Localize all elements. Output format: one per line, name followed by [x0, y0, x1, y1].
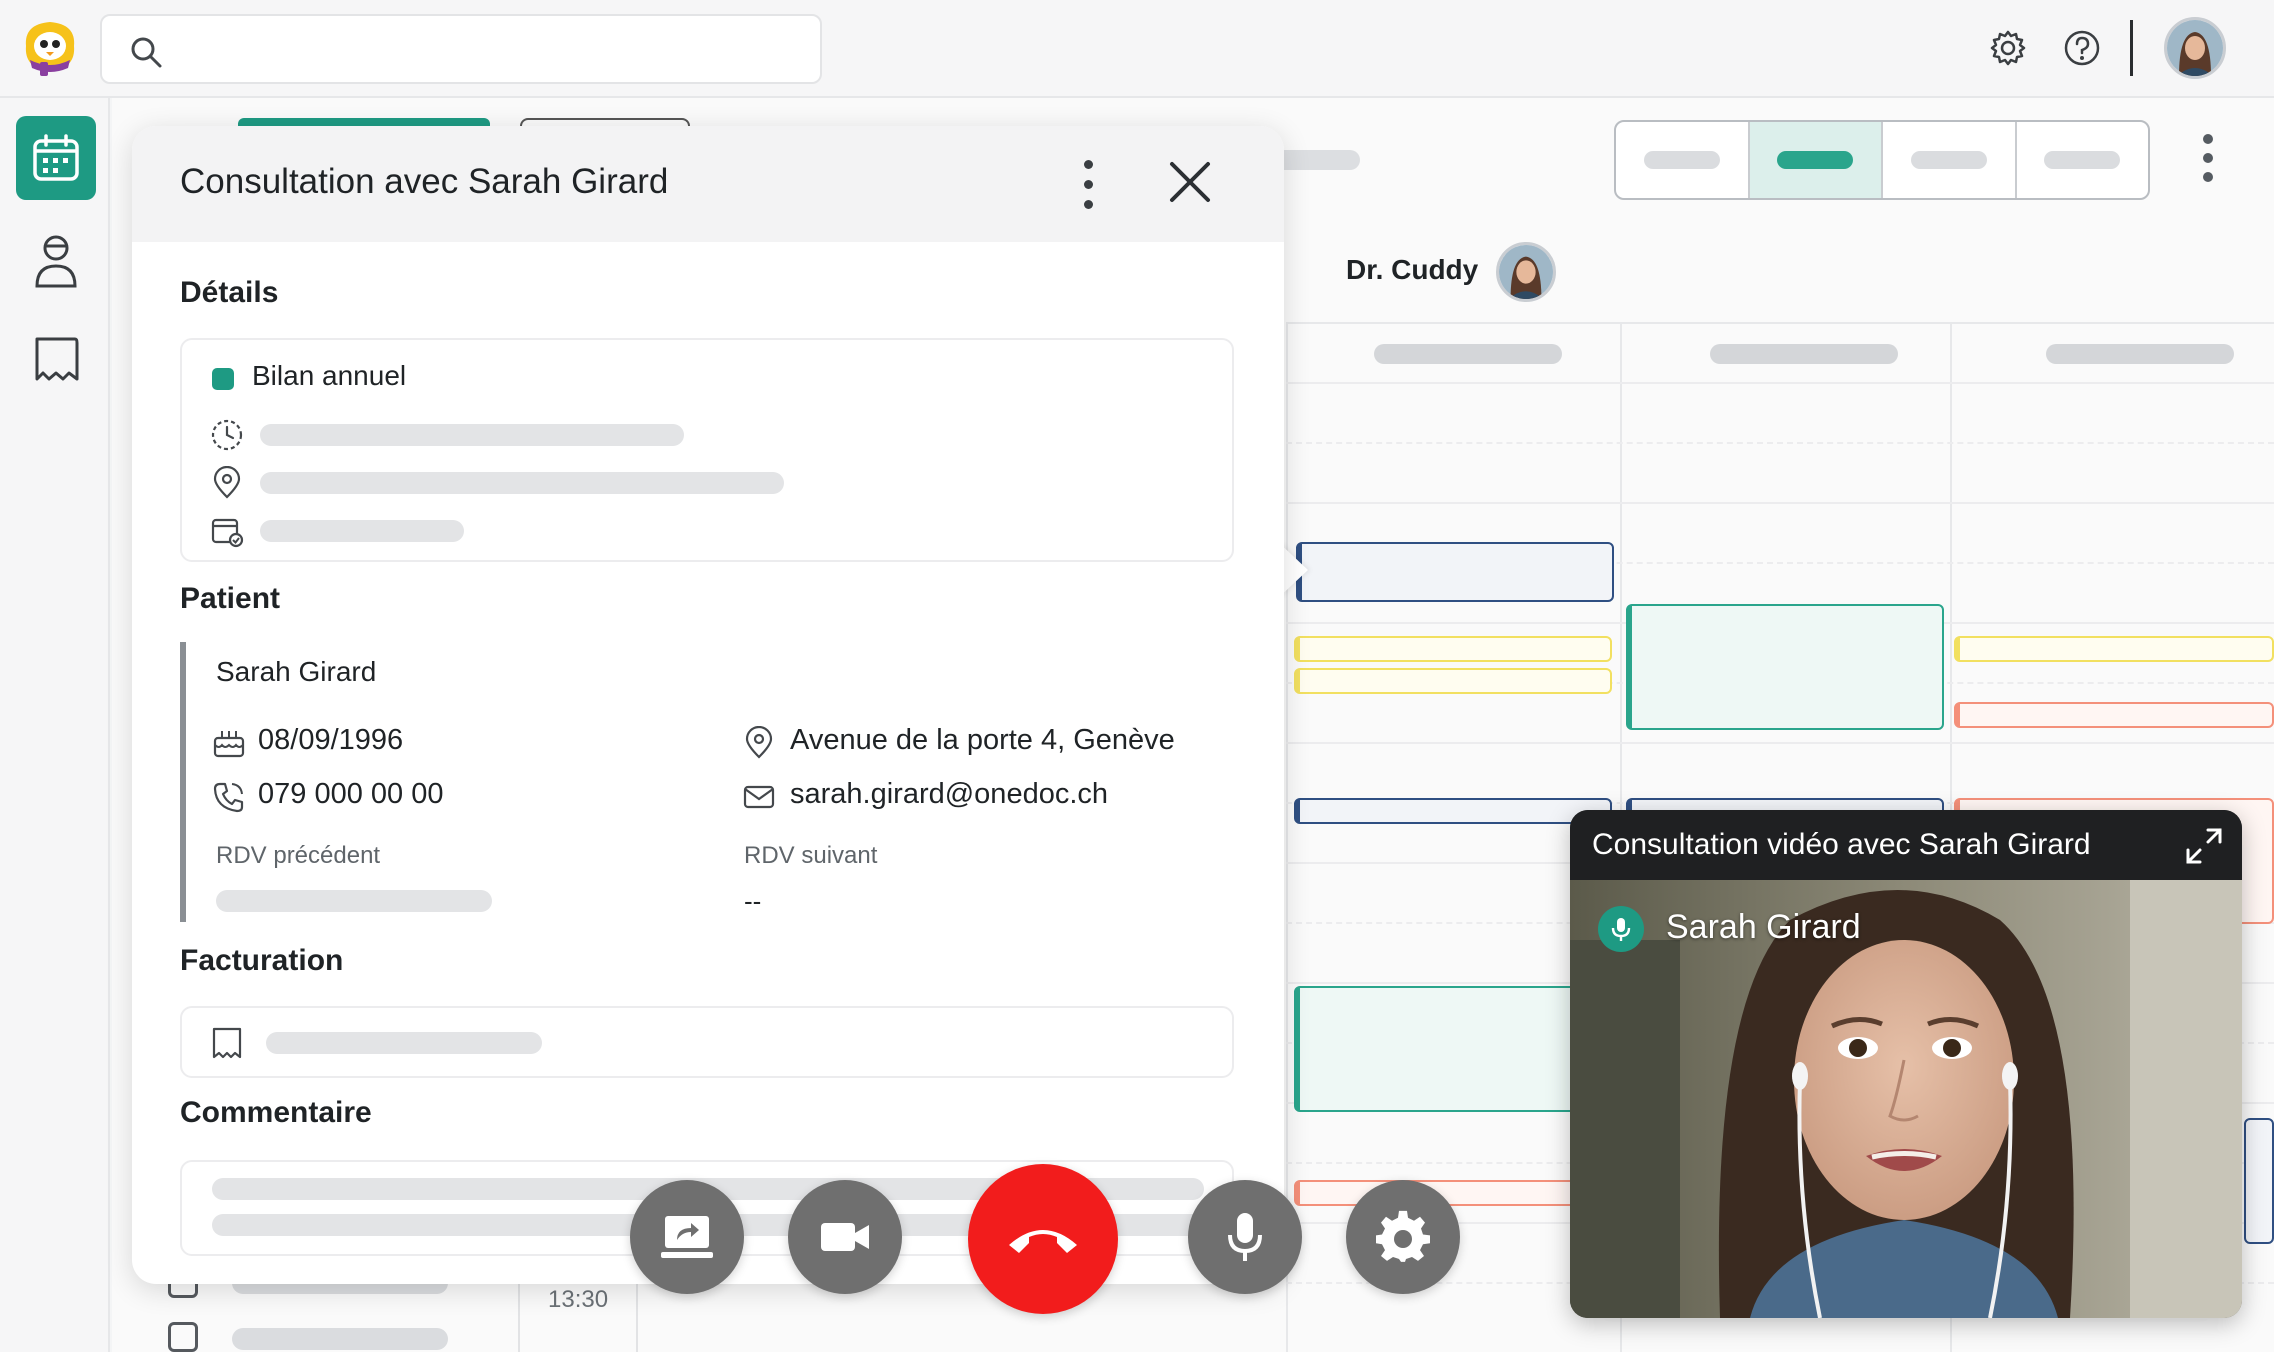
- gear-icon: [1376, 1210, 1430, 1262]
- help-icon[interactable]: [2062, 28, 2102, 68]
- camera-icon: [821, 1223, 869, 1251]
- billing-icon: [35, 337, 79, 381]
- user-avatar[interactable]: [2164, 17, 2226, 79]
- nav-billing[interactable]: [16, 318, 96, 402]
- location-placeholder: [260, 472, 784, 494]
- calendar-more-icon[interactable]: [2196, 134, 2220, 194]
- app-logo[interactable]: [18, 16, 82, 80]
- comment-heading: Commentaire: [180, 1096, 372, 1129]
- event-block[interactable]: [1294, 798, 1612, 824]
- billing-placeholder: [266, 1032, 542, 1054]
- birthday-cake-icon: [213, 731, 245, 758]
- share-screen-icon: [661, 1216, 713, 1258]
- event-block[interactable]: [1954, 636, 2274, 662]
- billing-card[interactable]: [180, 1006, 1234, 1078]
- search-icon: [131, 37, 162, 68]
- expand-icon[interactable]: [2182, 824, 2226, 868]
- microphone-button[interactable]: [1188, 1180, 1302, 1294]
- view-option-4[interactable]: [2017, 122, 2149, 198]
- time-placeholder: [260, 424, 684, 446]
- previous-appointment-placeholder: [216, 890, 492, 912]
- microphone-active-icon: [1598, 906, 1644, 952]
- next-appointment-label: RDV suivant: [744, 842, 878, 869]
- event-block[interactable]: [1294, 1180, 1612, 1206]
- patient-accent-bar: [180, 642, 186, 922]
- details-card: Bilan annuel: [180, 338, 1234, 562]
- microphone-icon: [1228, 1213, 1262, 1261]
- settings-button[interactable]: [1346, 1180, 1460, 1294]
- view-option-3[interactable]: [1883, 122, 2017, 198]
- view-switcher: [1614, 120, 2150, 200]
- divider: [2130, 20, 2133, 76]
- hang-up-icon: [1009, 1230, 1077, 1253]
- event-block[interactable]: [1294, 668, 1612, 694]
- gear-icon[interactable]: [1988, 28, 2028, 68]
- participant-name: Sarah Girard: [1666, 908, 1861, 946]
- view-option-2[interactable]: [1749, 122, 1883, 198]
- appointment-panel: Consultation avec Sarah Girard Détails B…: [132, 126, 1284, 1284]
- event-block[interactable]: [1626, 604, 1944, 730]
- billing-heading: Facturation: [180, 944, 344, 977]
- event-block[interactable]: [1954, 702, 2274, 728]
- previous-appointment-label: RDV précédent: [216, 842, 381, 869]
- calendar-check-icon: [211, 518, 244, 548]
- patient-email[interactable]: sarah.girard@onedoc.ch: [790, 778, 1108, 811]
- search-bar[interactable]: [100, 14, 822, 84]
- doctor-avatar: [1496, 242, 1556, 302]
- list-placeholder: [232, 1328, 448, 1350]
- panel-header: Consultation avec Sarah Girard: [132, 126, 1284, 242]
- side-nav: [0, 98, 110, 1352]
- video-title: Consultation vidéo avec Sarah Girard: [1592, 828, 2091, 861]
- event-block[interactable]: [1296, 542, 1614, 602]
- event-block[interactable]: [1294, 636, 1612, 662]
- more-options-icon[interactable]: [1084, 160, 1098, 220]
- patients-icon: [35, 235, 77, 288]
- date-placeholder: [260, 520, 464, 542]
- patient-heading: Patient: [180, 582, 281, 615]
- list-checkbox[interactable]: [168, 1322, 198, 1352]
- view-option-1[interactable]: [1616, 122, 1750, 198]
- patient-birthdate: 08/09/1996: [258, 724, 404, 756]
- doctor-name: Dr. Cuddy: [1346, 254, 1479, 285]
- end-call-button[interactable]: [968, 1164, 1118, 1314]
- video-header: Consultation vidéo avec Sarah Girard: [1570, 810, 2242, 880]
- share-screen-button[interactable]: [630, 1180, 744, 1294]
- patient-phone[interactable]: 079 000 00 00: [258, 778, 443, 811]
- type-color-dot: [212, 368, 234, 390]
- appointment-type: Bilan annuel: [252, 360, 407, 391]
- location-icon: [213, 466, 241, 499]
- video-call-window[interactable]: Consultation vidéo avec Sarah Girard Sar…: [1570, 810, 2242, 1318]
- camera-button[interactable]: [788, 1180, 902, 1294]
- receipt-icon: [212, 1027, 242, 1059]
- next-appointment-value: --: [744, 886, 762, 916]
- close-icon[interactable]: [1164, 156, 1216, 208]
- nav-calendar[interactable]: [16, 116, 96, 200]
- event-block[interactable]: [1294, 986, 1612, 1112]
- event-block[interactable]: [2244, 1118, 2274, 1244]
- details-heading: Détails: [180, 276, 279, 309]
- column-header: [2046, 344, 2234, 364]
- patient-address: Avenue de la porte 4, Genève: [790, 724, 1175, 756]
- nav-patients[interactable]: [16, 218, 96, 302]
- column-header: [1710, 344, 1898, 364]
- clock-icon: [211, 419, 243, 451]
- top-bar: [0, 0, 2274, 98]
- phone-icon: [213, 782, 244, 813]
- panel-title: Consultation avec Sarah Girard: [180, 162, 669, 201]
- column-header: [1374, 344, 1562, 364]
- email-icon: [743, 785, 775, 809]
- calendar-icon: [33, 134, 79, 181]
- location-icon: [745, 726, 773, 759]
- time-label: 13:30: [548, 1286, 609, 1313]
- patient-name[interactable]: Sarah Girard: [216, 656, 376, 688]
